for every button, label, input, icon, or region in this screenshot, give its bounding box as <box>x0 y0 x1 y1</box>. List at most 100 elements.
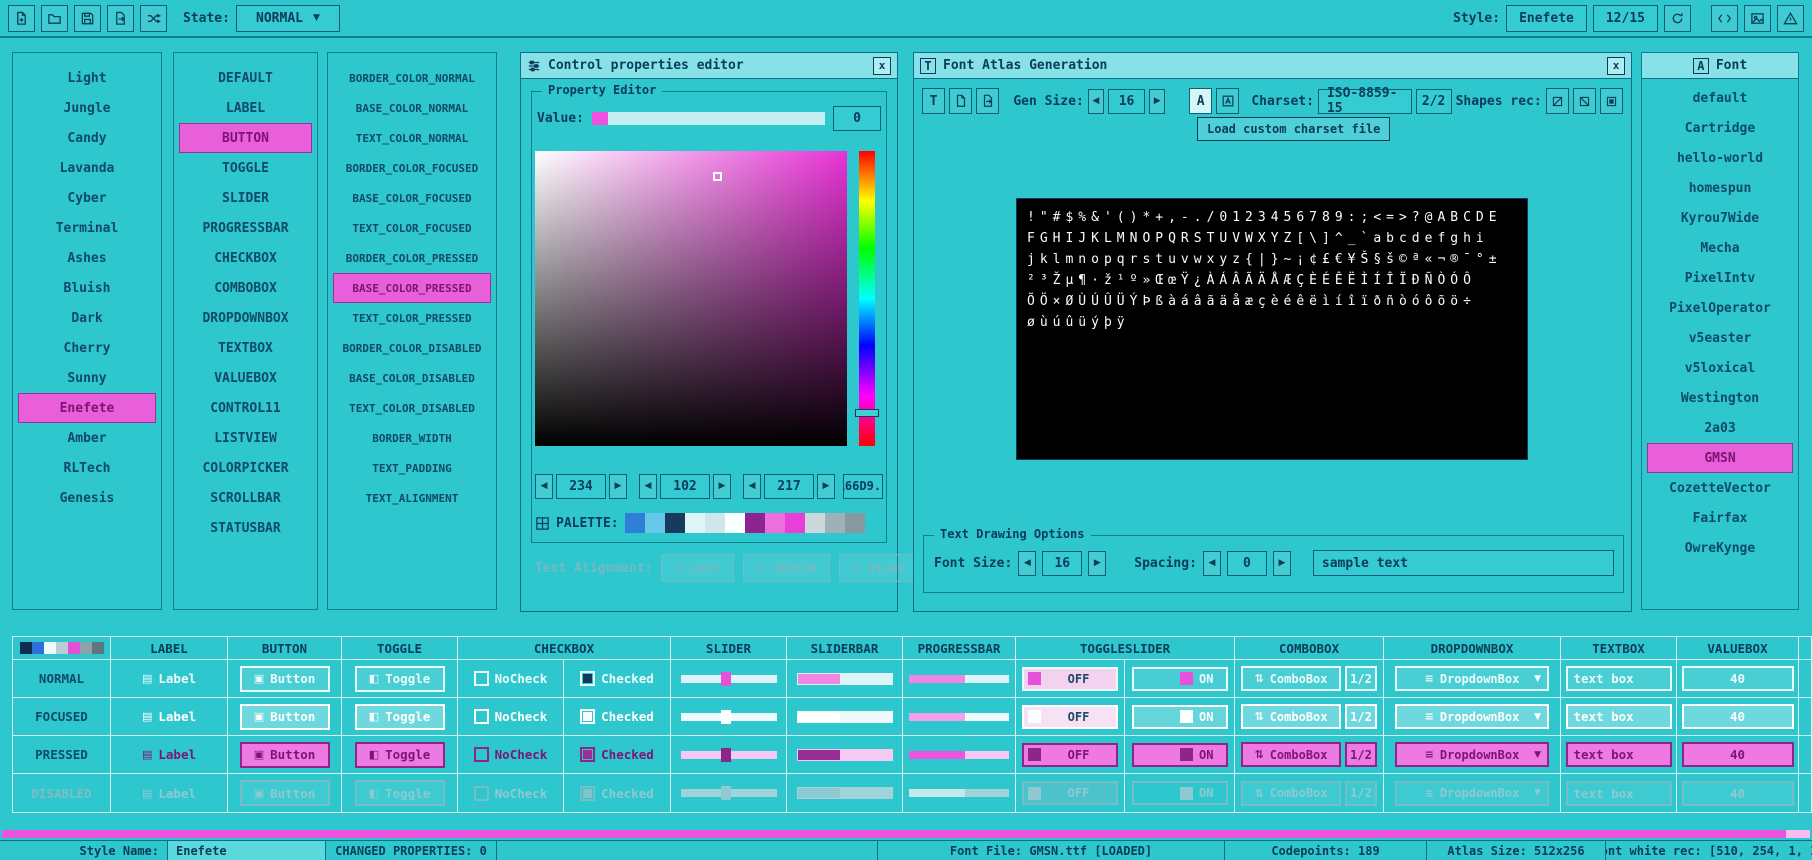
red-value-box[interactable]: 234 <box>556 474 606 499</box>
shapes-rec-button-3[interactable] <box>1600 88 1623 114</box>
toggleslider-knob[interactable] <box>1028 672 1041 685</box>
style-item-sunny[interactable]: Sunny <box>18 363 156 393</box>
control-item-textbox[interactable]: TEXTBOX <box>179 333 312 363</box>
sample-checkbox-unchecked[interactable]: NoCheck <box>474 747 548 762</box>
font-item-2a03[interactable]: 2a03 <box>1647 413 1793 443</box>
sample-valuebox[interactable]: 40 <box>1682 666 1794 691</box>
palette-swatch-10[interactable] <box>825 513 845 533</box>
spacing-increment-button[interactable]: ▶ <box>1273 551 1291 576</box>
style-item-rltech[interactable]: RLTech <box>18 453 156 483</box>
slider-knob[interactable] <box>721 672 731 686</box>
property-item-base-color-focused[interactable]: BASE_COLOR_FOCUSED <box>333 183 491 213</box>
sample-toggleslider-off[interactable]: OFF <box>1022 781 1118 805</box>
sample-toggleslider-on[interactable]: ON <box>1132 705 1228 729</box>
spacing-decrement-button[interactable]: ◀ <box>1203 551 1221 576</box>
palette-swatch-6[interactable] <box>745 513 765 533</box>
shapes-rec-button-1[interactable] <box>1546 88 1569 114</box>
font-text-button[interactable]: T <box>922 88 945 114</box>
combobox-count[interactable]: 1/2 <box>1345 781 1377 806</box>
control-item-progressbar[interactable]: PROGRESSBAR <box>179 213 312 243</box>
style-item-candy[interactable]: Candy <box>18 123 156 153</box>
property-item-base-color-disabled[interactable]: BASE_COLOR_DISABLED <box>333 363 491 393</box>
about-button[interactable] <box>1777 5 1804 32</box>
sample-combobox[interactable]: ⇅ComboBox <box>1241 781 1341 806</box>
sample-sliderbar[interactable] <box>797 673 893 685</box>
sample-toggleslider-on[interactable]: ON <box>1132 781 1228 805</box>
style-item-terminal[interactable]: Terminal <box>18 213 156 243</box>
sample-button[interactable]: ▣Button <box>240 780 330 806</box>
sample-dropdownbox[interactable]: ≡DropdownBox▼ <box>1395 742 1549 767</box>
control-item-listview[interactable]: LISTVIEW <box>179 423 312 453</box>
close-atlas-window-button[interactable]: x <box>1607 57 1625 75</box>
sample-toggle[interactable]: ◧Toggle <box>355 742 445 768</box>
font-atlas-preview[interactable]: !"#$%&'()*+,-./0123456789:;<=>?@ABCDEFGH… <box>1016 198 1528 460</box>
property-item-base-color-normal[interactable]: BASE_COLOR_NORMAL <box>333 93 491 123</box>
font-size-value[interactable]: 16 <box>1042 551 1082 576</box>
charset-page-box[interactable]: 2/2 <box>1416 89 1452 114</box>
font-item-mecha[interactable]: Mecha <box>1647 233 1793 263</box>
control-item-default[interactable]: DEFAULT <box>179 63 312 93</box>
control-item-dropdownbox[interactable]: DROPDOWNBOX <box>179 303 312 333</box>
style-item-light[interactable]: Light <box>18 63 156 93</box>
new-style-button[interactable] <box>8 5 35 32</box>
value-box[interactable]: 0 <box>833 106 881 131</box>
value-slider[interactable] <box>592 112 825 125</box>
sample-checkbox-checked[interactable]: Checked <box>580 747 654 762</box>
sample-valuebox[interactable]: 40 <box>1682 781 1794 806</box>
combobox-count[interactable]: 1/2 <box>1345 742 1377 767</box>
properties-window-titlebar[interactable]: Control properties editor x <box>521 53 897 79</box>
sample-toggle[interactable]: ◧Toggle <box>355 704 445 730</box>
sample-text-input[interactable]: sample text <box>1313 550 1614 576</box>
green-increment-button[interactable]: ▶ <box>713 474 731 499</box>
style-name-box[interactable]: Enefete <box>1506 5 1587 32</box>
font-item-gmsn[interactable]: GMSN <box>1647 443 1793 473</box>
sample-textbox[interactable]: text box <box>1566 704 1672 729</box>
property-item-border-color-pressed[interactable]: BORDER_COLOR_PRESSED <box>333 243 491 273</box>
property-item-border-width[interactable]: BORDER_WIDTH <box>333 423 491 453</box>
control-item-combobox[interactable]: COMBOBOX <box>179 273 312 303</box>
blue-increment-button[interactable]: ▶ <box>817 474 835 499</box>
sample-checkbox-checked[interactable]: Checked <box>580 786 654 801</box>
blue-value-box[interactable]: 217 <box>764 474 814 499</box>
palette-swatch-5[interactable] <box>725 513 745 533</box>
random-style-button[interactable] <box>140 5 167 32</box>
unload-font-button[interactable] <box>976 88 999 114</box>
font-item-pixelintv[interactable]: PixelIntv <box>1647 263 1793 293</box>
style-item-amber[interactable]: Amber <box>18 423 156 453</box>
palette-swatch-9[interactable] <box>805 513 825 533</box>
property-item-text-alignment[interactable]: TEXT_ALIGNMENT <box>333 483 491 513</box>
sample-combobox[interactable]: ⇅ComboBox <box>1241 666 1341 691</box>
spacing-value[interactable]: 0 <box>1227 551 1267 576</box>
palette-swatch-0[interactable] <box>625 513 645 533</box>
sample-combobox[interactable]: ⇅ComboBox <box>1241 704 1341 729</box>
font-item-cozettevector[interactable]: CozetteVector <box>1647 473 1793 503</box>
gen-size-decrement-button[interactable]: ◀ <box>1088 89 1104 114</box>
control-item-colorpicker[interactable]: COLORPICKER <box>179 453 312 483</box>
font-item-owrekynge[interactable]: OwreKynge <box>1647 533 1793 563</box>
sample-toggleslider-on[interactable]: ON <box>1132 667 1228 691</box>
sample-checkbox-unchecked[interactable]: NoCheck <box>474 786 548 801</box>
load-font-file-button[interactable] <box>949 88 972 114</box>
sample-slider[interactable] <box>681 713 777 721</box>
red-decrement-button[interactable]: ◀ <box>535 474 553 499</box>
sample-label[interactable]: ▤Label <box>142 671 196 686</box>
sample-dropdownbox[interactable]: ≡DropdownBox▼ <box>1395 666 1549 691</box>
export-image-button[interactable] <box>1744 5 1771 32</box>
sample-sliderbar[interactable] <box>797 749 893 761</box>
align-right-button[interactable]: ≡RIGHT <box>839 554 919 582</box>
sample-checkbox-checked[interactable]: Checked <box>580 709 654 724</box>
style-item-dark[interactable]: Dark <box>18 303 156 333</box>
green-value-box[interactable]: 102 <box>660 474 710 499</box>
palette-swatch-7[interactable] <box>765 513 785 533</box>
font-item-pixeloperator[interactable]: PixelOperator <box>1647 293 1793 323</box>
sample-textbox[interactable]: text box <box>1566 781 1672 806</box>
align-center-button[interactable]: ≡CENTER <box>743 554 830 582</box>
color-picker-panel[interactable] <box>535 151 847 446</box>
hue-slider[interactable] <box>859 151 875 446</box>
atlas-window-titlebar[interactable]: T Font Atlas Generation x <box>914 53 1631 79</box>
shapes-rec-button-2[interactable] <box>1573 88 1596 114</box>
red-increment-button[interactable]: ▶ <box>609 474 627 499</box>
sample-textbox[interactable]: text box <box>1566 742 1672 767</box>
align-left-button[interactable]: ≡LEFT <box>661 554 733 582</box>
font-item-v5loxical[interactable]: v5loxical <box>1647 353 1793 383</box>
